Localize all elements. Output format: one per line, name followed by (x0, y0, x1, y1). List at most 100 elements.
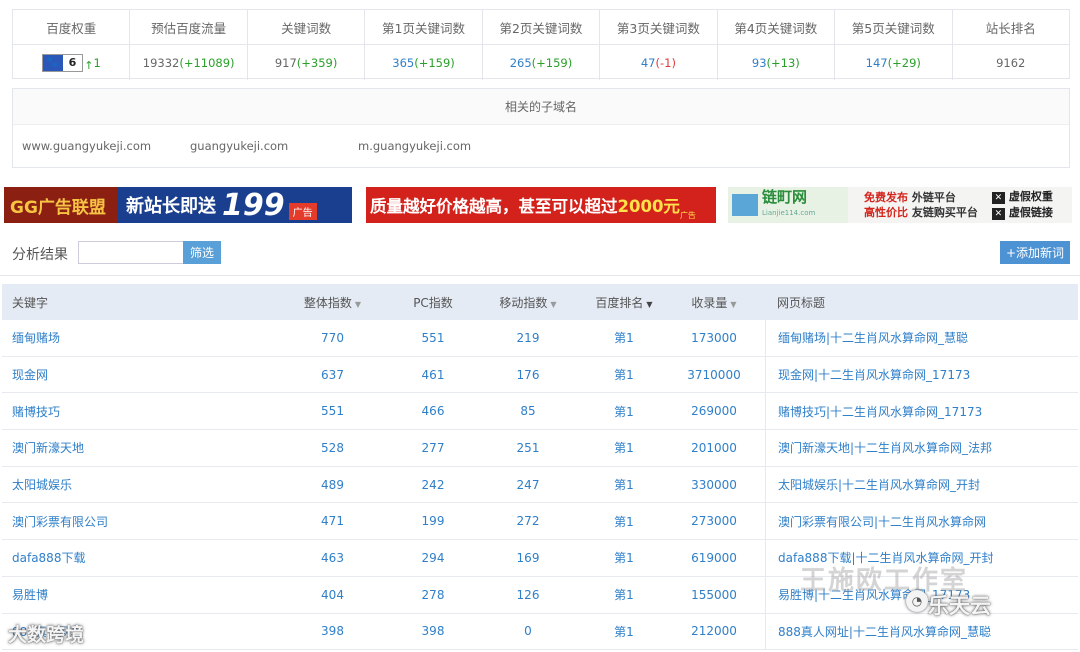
pc-index[interactable]: 242 (395, 478, 471, 492)
indexed-count[interactable]: 330000 (663, 478, 765, 492)
baidu-rank[interactable]: 第1 (585, 623, 663, 640)
overall-index[interactable]: 463 (270, 551, 395, 565)
indexed-count[interactable]: 212000 (663, 624, 765, 638)
subdomain-list: www.guangyukeji.com guangyukeji.com m.gu… (13, 125, 1069, 167)
page5-value[interactable]: 147 (866, 56, 888, 70)
page-title-link[interactable]: 现金网|十二生肖风水算命网_17173 (765, 356, 1078, 393)
col-mobile[interactable]: 移动指数 ▼ (471, 294, 585, 311)
page2-value[interactable]: 265 (510, 56, 532, 70)
sort-caret-icon: ▼ (550, 299, 557, 309)
pc-index[interactable]: 277 (395, 441, 471, 455)
ad-warning-text: 虚假链接 (1008, 206, 1053, 219)
subdomain-link[interactable]: www.guangyukeji.com (22, 139, 190, 153)
ad-banner-lianjie[interactable]: 链町网 Lianjie114.com 免费发布 外链平台 高性价比 友链购买平台 … (728, 187, 1072, 223)
sort-caret-icon: ▼ (354, 299, 362, 309)
pc-index[interactable]: 398 (395, 624, 471, 638)
overall-index[interactable]: 404 (270, 588, 395, 602)
subdomain-link[interactable]: m.guangyukeji.com (358, 139, 471, 153)
mobile-index[interactable]: 247 (471, 478, 585, 492)
page3-value[interactable]: 47 (641, 56, 656, 70)
page-title-link[interactable]: 澳门彩票有限公司|十二生肖风水算命网 (765, 503, 1078, 540)
overall-index[interactable]: 770 (270, 331, 395, 345)
page-title-link[interactable]: 缅甸赌场|十二生肖风水算命网_慧聪 (765, 320, 1078, 356)
keyword-link[interactable]: dafa888下载 (2, 549, 270, 566)
pc-index[interactable]: 461 (395, 368, 471, 382)
overall-index[interactable]: 528 (270, 441, 395, 455)
indexed-count[interactable]: 619000 (663, 551, 765, 565)
indexed-count[interactable]: 269000 (663, 404, 765, 418)
subdomain-link[interactable]: guangyukeji.com (190, 139, 358, 153)
col-rank[interactable]: 百度排名 ▼ (585, 294, 663, 311)
pc-index[interactable]: 278 (395, 588, 471, 602)
page-title-link[interactable]: 澳门新濠天地|十二生肖风水算命网_法邦 (765, 430, 1078, 466)
page5-cell[interactable]: 147 (+29) (835, 45, 953, 80)
subdomain-panel: 相关的子域名 www.guangyukeji.com guangyukeji.c… (12, 88, 1070, 168)
ad-banner-quality[interactable]: 质量越好价格越高，甚至可以超过 2000元 广告 (366, 187, 716, 223)
baidu-rank[interactable]: 第1 (585, 476, 663, 493)
col-overall[interactable]: 整体指数 ▼ (270, 294, 395, 311)
pc-index[interactable]: 551 (395, 331, 471, 345)
keywords-cell: 917 (+359) (248, 45, 366, 80)
page4-cell[interactable]: 93 (+13) (718, 45, 836, 80)
col-mobile-label: 移动指数 (499, 295, 548, 310)
baidu-rank[interactable]: 第1 (585, 586, 663, 603)
page2-cell[interactable]: 265 (+159) (483, 45, 601, 80)
weight-change: 1 (93, 55, 101, 70)
keyword-link[interactable]: 赌博技巧 (2, 403, 270, 420)
baidu-rank[interactable]: 第1 (585, 549, 663, 566)
baidu-rank[interactable]: 第1 (585, 403, 663, 420)
mobile-index[interactable]: 0 (471, 624, 585, 638)
page1-value[interactable]: 365 (392, 56, 414, 70)
baidu-rank[interactable]: 第1 (585, 439, 663, 456)
ad-logo: 链町网 Lianjie114.com (728, 187, 848, 223)
baidu-rank[interactable]: 第1 (585, 513, 663, 530)
table-row: 现金网 637 461 176 第1 3710000 现金网|十二生肖风水算命网… (2, 356, 1078, 394)
col-pc[interactable]: PC指数 (395, 294, 471, 311)
overall-index[interactable]: 551 (270, 404, 395, 418)
mobile-index[interactable]: 272 (471, 514, 585, 528)
indexed-count[interactable]: 201000 (663, 441, 765, 455)
ad-banner-gg[interactable]: GG广告联盟 新站长即送 199 广告 (4, 187, 352, 223)
overall-index[interactable]: 398 (270, 624, 395, 638)
overall-index[interactable]: 637 (270, 368, 395, 382)
stats-header: 百度权重 (13, 10, 131, 44)
indexed-count[interactable]: 173000 (663, 331, 765, 345)
keyword-link[interactable]: 澳门新濠天地 (2, 439, 270, 456)
keyword-link[interactable]: 现金网 (2, 366, 270, 383)
mobile-index[interactable]: 169 (471, 551, 585, 565)
keyword-link[interactable]: 太阳城娱乐 (2, 476, 270, 493)
add-keyword-button[interactable]: +添加新词 (1000, 241, 1070, 264)
filter-button[interactable]: 筛选 (183, 241, 221, 264)
overall-index[interactable]: 489 (270, 478, 395, 492)
pc-index[interactable]: 294 (395, 551, 471, 565)
mobile-index[interactable]: 85 (471, 404, 585, 418)
page-title-link[interactable]: 888真人网址|十二生肖风水算命网_慧聪 (765, 613, 1078, 650)
keyword-link[interactable]: 缅甸赌场 (2, 329, 270, 346)
page-title-link[interactable]: 太阳城娱乐|十二生肖风水算命网_开封 (765, 466, 1078, 503)
baidu-rank[interactable]: 第1 (585, 366, 663, 383)
pc-index[interactable]: 199 (395, 514, 471, 528)
filter-input[interactable] (78, 241, 186, 264)
indexed-count[interactable]: 3710000 (663, 368, 765, 382)
col-keyword: 关键字 (2, 294, 270, 311)
pc-index[interactable]: 466 (395, 404, 471, 418)
mobile-index[interactable]: 126 (471, 588, 585, 602)
indexed-count[interactable]: 155000 (663, 588, 765, 602)
mobile-index[interactable]: 219 (471, 331, 585, 345)
col-indexed[interactable]: 收录量 ▼ (663, 294, 765, 311)
stats-header: 预估百度流量 (130, 10, 248, 44)
keyword-link[interactable]: 易胜博 (2, 586, 270, 603)
indexed-count[interactable]: 273000 (663, 514, 765, 528)
site-stats-table: 百度权重 预估百度流量 关键词数 第1页关键词数 第2页关键词数 第3页关键词数… (12, 9, 1070, 80)
ad-tag: 广告 (288, 203, 317, 220)
overall-index[interactable]: 471 (270, 514, 395, 528)
page1-cell[interactable]: 365 (+159) (365, 45, 483, 80)
baidu-rank[interactable]: 第1 (585, 329, 663, 346)
mobile-index[interactable]: 251 (471, 441, 585, 455)
keyword-link[interactable]: 澳门彩票有限公司 (2, 513, 270, 530)
page-title-link[interactable]: 赌博技巧|十二生肖风水算命网_17173 (765, 393, 1078, 430)
mobile-index[interactable]: 176 (471, 368, 585, 382)
page3-cell[interactable]: 47 (-1) (600, 45, 718, 80)
baidu-weight-badge[interactable]: 🐾 6 (41, 53, 84, 72)
page4-value[interactable]: 93 (752, 56, 767, 70)
